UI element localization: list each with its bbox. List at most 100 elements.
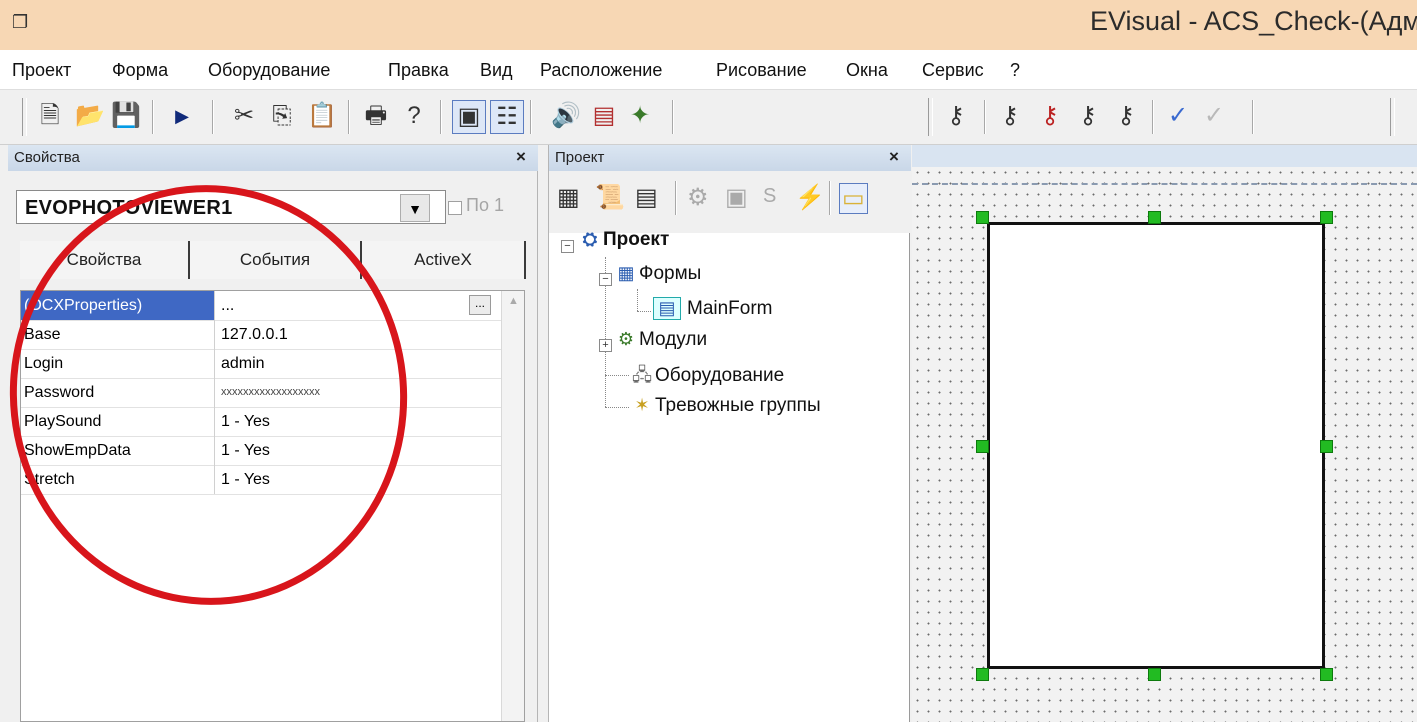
modules-icon: ⚙ <box>617 329 635 349</box>
menu-windows[interactable]: Окна <box>846 60 888 81</box>
project-panel: Проект × ▦ 📜 ▤ ⚙ ▣ S ⚡ ▭ − ⛭ Проект − ▦ Фо… <box>548 145 911 722</box>
resize-handle[interactable] <box>1148 668 1161 681</box>
equipment-icon: 🖧 <box>631 365 653 385</box>
tree-node-alarm-groups[interactable]: ✶ Тревожные группы <box>629 395 821 417</box>
tree-node-forms[interactable]: ▦ Формы <box>613 263 701 285</box>
toolbar-separator <box>212 100 213 134</box>
menu-service[interactable]: Сервис <box>922 60 984 81</box>
toolbar-separator <box>984 100 985 134</box>
view-toggle-icon[interactable]: ▣ <box>452 100 486 134</box>
menu-layout[interactable]: Расположение <box>540 60 662 81</box>
photo-viewer-control[interactable] <box>987 222 1325 669</box>
list-icon[interactable]: ▤ <box>588 100 620 132</box>
collapse-icon[interactable]: − <box>599 273 612 286</box>
key-pair-icon[interactable]: ⚷ <box>994 100 1026 132</box>
properties-icon[interactable]: ☷ <box>490 100 524 134</box>
tree-node-equipment[interactable]: 🖧 Оборудование <box>629 363 784 393</box>
sort-checkbox-label: По 1 <box>466 195 504 215</box>
resize-handle[interactable] <box>1320 211 1333 224</box>
menu-project[interactable]: Проект <box>12 60 71 81</box>
project-panel-title: Проект <box>555 149 605 166</box>
sound-icon[interactable]: 🔊 <box>550 100 582 132</box>
toolbar-separator <box>1152 100 1153 134</box>
toolbar-grip[interactable] <box>928 98 933 136</box>
new-form-icon[interactable]: ▦ <box>557 183 580 212</box>
window-title: EVisual - ACS_Check-(Адм <box>1090 6 1417 36</box>
menu-drawing[interactable]: Рисование <box>716 60 807 81</box>
tree-node-label: Формы <box>639 263 702 284</box>
tree-node-label: Модули <box>639 329 708 350</box>
toolbar-separator <box>348 100 349 134</box>
menu-view[interactable]: Вид <box>480 60 513 81</box>
tree-node-label: Тревожные группы <box>655 395 821 416</box>
tab-activex[interactable]: ActiveX <box>362 241 526 279</box>
resize-handle[interactable] <box>1148 211 1161 224</box>
check-disabled-icon: ✓ <box>1203 102 1225 129</box>
toolbar-separator <box>530 100 531 134</box>
paste-icon[interactable]: 📋 <box>306 100 338 132</box>
help-icon[interactable]: ? <box>398 100 430 132</box>
cut-icon[interactable]: ✂ <box>228 100 260 132</box>
title-bar: ❐ EVisual - ACS_Check-(Адм <box>0 0 1417 50</box>
tree-node-modules[interactable]: ⚙ Модули <box>613 329 707 351</box>
project-panel-header: Проект × <box>549 145 911 171</box>
copy-icon[interactable]: ⎘ <box>266 100 298 132</box>
menu-edit[interactable]: Правка <box>388 60 449 81</box>
run-icon[interactable]: ▶ <box>166 100 198 132</box>
tree-node-label: MainForm <box>687 298 773 319</box>
open-icon[interactable]: 📂 <box>74 100 106 132</box>
key-delete-icon[interactable]: ⚷ <box>1034 100 1066 132</box>
expand-icon[interactable]: + <box>599 339 612 352</box>
check-icon[interactable]: ✓ <box>1162 100 1194 132</box>
close-icon[interactable]: × <box>889 147 899 167</box>
tree-node-project[interactable]: ⛭ Проект <box>577 229 669 251</box>
menu-form[interactable]: Форма <box>112 60 168 81</box>
toolbar-grip[interactable] <box>22 98 27 136</box>
tree-line <box>605 407 629 408</box>
toolbar-separator <box>1252 100 1253 134</box>
form-icon: ▤ <box>653 297 681 320</box>
toolbar-separator <box>672 100 673 134</box>
tree-node-mainform[interactable]: ▤ MainForm <box>653 297 773 320</box>
form-view-icon[interactable]: ▤ <box>635 183 658 212</box>
toolbar-grip[interactable] <box>1390 98 1395 136</box>
chevron-down-icon[interactable]: ▼ <box>400 194 430 222</box>
sort-checkbox[interactable] <box>448 201 462 215</box>
resize-handle[interactable] <box>976 440 989 453</box>
print-icon[interactable]: 🖶 <box>360 100 392 132</box>
new-icon[interactable]: 🗎 <box>34 100 66 132</box>
collapse-icon[interactable]: − <box>561 240 574 253</box>
canvas-header <box>912 145 1417 167</box>
folder-icon[interactable]: ▭ <box>839 183 868 214</box>
alarm-groups-icon: ✶ <box>634 395 650 415</box>
lightning-icon[interactable]: ⚡ <box>795 183 825 212</box>
toolbar-separator <box>829 181 830 215</box>
toolbar-separator <box>440 100 441 134</box>
key-search-icon[interactable]: ⚷ <box>1110 100 1142 132</box>
puzzle-icon[interactable]: ✦ <box>624 100 656 132</box>
script-icon[interactable]: 📜 <box>595 183 625 212</box>
canvas-guide-line <box>912 183 1417 185</box>
s-icon: S <box>763 185 777 207</box>
key-icon[interactable]: ⚷ <box>940 100 972 132</box>
menu-equipment[interactable]: Оборудование <box>208 60 330 81</box>
tree-line <box>605 375 629 376</box>
app-icon[interactable]: ❐ <box>12 12 38 34</box>
resize-handle[interactable] <box>976 211 989 224</box>
resize-handle[interactable] <box>976 668 989 681</box>
menu-help[interactable]: ? <box>1010 60 1020 81</box>
menu-bar: Проект Форма Оборудование Правка Вид Рас… <box>0 50 1417 90</box>
scroll-up-icon[interactable]: ▲ <box>508 295 519 307</box>
main-toolbar: 🗎 📂 💾 ▶ ✂ ⎘ 📋 🖶 ? ▣ ☷ 🔊 ▤ ✦ ⚷ ⚷ ⚷ ⚷ ⚷ ✓ … <box>0 90 1417 145</box>
key-copy-icon[interactable]: ⚷ <box>1072 100 1104 132</box>
forms-icon: ▦ <box>617 263 635 283</box>
properties-panel-header: Свойства × <box>8 145 538 171</box>
property-grid-scrollbar[interactable]: ▲ <box>501 291 524 721</box>
tree-line <box>637 311 651 312</box>
close-icon[interactable]: × <box>516 147 526 167</box>
save-icon[interactable]: 💾 <box>110 100 142 132</box>
properties-panel-title: Свойства <box>14 149 80 166</box>
resize-handle[interactable] <box>1320 440 1333 453</box>
ellipsis-button[interactable]: ... <box>469 295 491 315</box>
resize-handle[interactable] <box>1320 668 1333 681</box>
